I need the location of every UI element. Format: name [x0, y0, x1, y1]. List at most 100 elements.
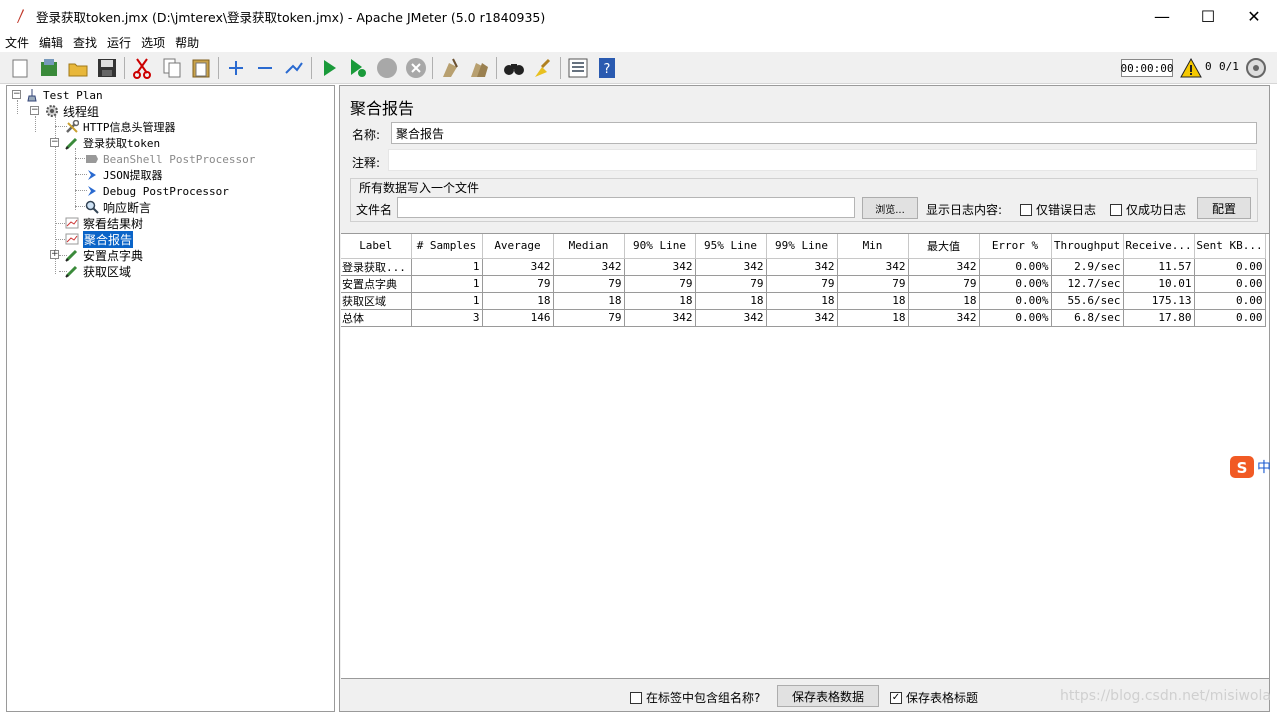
clear-icon[interactable]	[438, 56, 462, 80]
shutdown-icon[interactable]	[404, 56, 428, 80]
save-table-header-checkbox[interactable]: ✓ 保存表格标题	[890, 689, 978, 706]
cell: 0.00%	[979, 292, 1052, 310]
tree-test-plan[interactable]: Test Plan	[25, 87, 103, 103]
tree-login-sampler[interactable]: 登录获取token	[65, 135, 160, 151]
tree-aggregate-report[interactable]: 聚合报告	[65, 230, 134, 248]
save-icon[interactable]	[95, 56, 119, 80]
col-header-label[interactable]: Label	[341, 234, 412, 259]
cell: 安置点字典	[341, 275, 412, 293]
menu-help[interactable]: 帮助	[170, 34, 204, 51]
checkbox-box-checked: ✓	[890, 691, 902, 704]
col-header-received[interactable]: Receive...	[1123, 234, 1195, 259]
test-plan-icon	[25, 88, 39, 102]
results-table-area: Label # Samples Average Median 90% Line …	[341, 233, 1269, 679]
col-header-throughput[interactable]: Throughput	[1051, 234, 1124, 259]
collapse-all-icon[interactable]	[253, 56, 277, 80]
cell: 3	[411, 309, 483, 327]
maximize-button[interactable]: ☐	[1185, 0, 1231, 32]
search-icon[interactable]	[502, 56, 526, 80]
paste-icon[interactable]	[189, 56, 213, 80]
tree-json-extractor[interactable]: JSON提取器	[85, 167, 163, 183]
col-header-median[interactable]: Median	[553, 234, 625, 259]
errors-only-checkbox[interactable]: 仅错误日志	[1020, 201, 1096, 218]
jmeter-feather-icon	[12, 8, 28, 24]
cell: 0.00	[1194, 309, 1266, 327]
expand-all-icon[interactable]	[224, 56, 248, 80]
expander-dict[interactable]: +	[50, 250, 59, 259]
table-row[interactable]: 获取区域 1 18 18 18 18 18 18 18 0.00% 55.6/s…	[341, 292, 1266, 310]
templates-icon[interactable]	[37, 56, 61, 80]
success-only-checkbox[interactable]: 仅成功日志	[1110, 201, 1186, 218]
results-table: Label # Samples Average Median 90% Line …	[341, 234, 1266, 327]
postprocessor-disabled-icon	[85, 152, 99, 166]
cell: 18	[766, 292, 838, 310]
tree-beanshell-postprocessor[interactable]: BeanShell PostProcessor	[85, 151, 255, 167]
title-bar: 登录获取token.jmx (D:\jmterex\登录获取token.jmx)…	[0, 0, 1277, 32]
menu-options[interactable]: 选项	[136, 34, 170, 51]
expander-thread-group[interactable]: −	[30, 106, 39, 115]
panel-title: 聚合报告	[350, 99, 415, 118]
menu-file[interactable]: 文件	[0, 34, 34, 51]
tree-region-sampler[interactable]: 获取区域	[65, 263, 131, 279]
configure-button[interactable]: 配置	[1197, 197, 1251, 219]
name-field[interactable]: 聚合报告	[391, 122, 1257, 144]
warning-icon[interactable]	[1179, 56, 1203, 80]
comment-field[interactable]	[388, 149, 1257, 171]
save-table-button[interactable]: 保存表格数据	[777, 685, 879, 707]
function-helper-icon[interactable]	[566, 56, 590, 80]
start-icon[interactable]	[317, 56, 341, 80]
log-content-label: 显示日志内容:	[926, 203, 1003, 217]
browse-button[interactable]: 浏览...	[862, 197, 918, 219]
filename-input[interactable]	[397, 197, 855, 218]
tree-label: 安置点字典	[83, 248, 144, 263]
tree-thread-group[interactable]: 线程组	[45, 103, 99, 119]
close-button[interactable]: ✕	[1231, 0, 1277, 32]
tree-dict-sampler[interactable]: 安置点字典	[65, 247, 143, 263]
col-header-min[interactable]: Min	[837, 234, 909, 259]
copy-icon[interactable]	[160, 56, 184, 80]
col-header-99-line[interactable]: 99% Line	[766, 234, 838, 259]
filename-label: 文件名	[356, 203, 393, 217]
ime-indicator[interactable]: S 中	[1229, 455, 1277, 479]
menu-bar: 文件 编辑 查找 运行 选项 帮助	[0, 32, 1277, 52]
aggregate-report-panel: 聚合报告 名称: 聚合报告 注释: 所有数据写入一个文件 文件名 浏览... 显…	[339, 85, 1270, 712]
help-icon[interactable]: ?	[595, 56, 619, 80]
minimize-button[interactable]: —	[1139, 0, 1185, 32]
reset-search-icon[interactable]	[531, 56, 555, 80]
start-no-pauses-icon[interactable]	[346, 56, 370, 80]
tree-view-results-tree[interactable]: 察看结果树	[65, 215, 143, 231]
col-header-average[interactable]: Average	[482, 234, 554, 259]
cell: 18	[908, 292, 980, 310]
table-row-total[interactable]: 总体 3 146 79 342 342 342 18 342 0.00% 6.8…	[341, 309, 1266, 327]
remote-status-icon[interactable]	[1244, 56, 1268, 80]
col-header-max[interactable]: 最大值	[908, 234, 980, 259]
menu-edit[interactable]: 编辑	[34, 34, 68, 51]
clear-all-icon[interactable]	[467, 56, 491, 80]
col-header-95-line[interactable]: 95% Line	[695, 234, 767, 259]
cell: 18	[837, 309, 909, 327]
expander-login[interactable]: −	[50, 138, 59, 147]
expander-test-plan[interactable]: −	[12, 90, 21, 99]
tree-debug-postprocessor[interactable]: Debug PostProcessor	[85, 183, 229, 199]
cell: 0.00	[1194, 275, 1266, 293]
cell: 18	[624, 292, 696, 310]
cell: 342	[766, 309, 838, 327]
new-icon[interactable]	[8, 56, 32, 80]
col-header-samples[interactable]: # Samples	[411, 234, 483, 259]
table-row[interactable]: 登录获取... 1 342 342 342 342 342 342 342 0.…	[341, 258, 1266, 276]
table-row[interactable]: 安置点字典 1 79 79 79 79 79 79 79 0.00% 12.7/…	[341, 275, 1266, 293]
menu-search[interactable]: 查找	[68, 34, 102, 51]
tree-http-header-manager[interactable]: HTTP信息头管理器	[65, 119, 176, 135]
open-icon[interactable]	[66, 56, 90, 80]
cell: 79	[482, 275, 554, 293]
include-group-name-checkbox[interactable]: 在标签中包含组名称?	[630, 689, 760, 706]
menu-run[interactable]: 运行	[102, 34, 136, 51]
col-header-sent[interactable]: Sent KB...	[1194, 234, 1266, 259]
toggle-icon[interactable]	[282, 56, 306, 80]
col-header-90-line[interactable]: 90% Line	[624, 234, 696, 259]
file-section-title: 所有数据写入一个文件	[356, 179, 483, 196]
col-header-error[interactable]: Error %	[979, 234, 1052, 259]
tree-response-assertion[interactable]: 响应断言	[85, 199, 151, 215]
stop-icon[interactable]	[375, 56, 399, 80]
cut-icon[interactable]	[130, 56, 154, 80]
